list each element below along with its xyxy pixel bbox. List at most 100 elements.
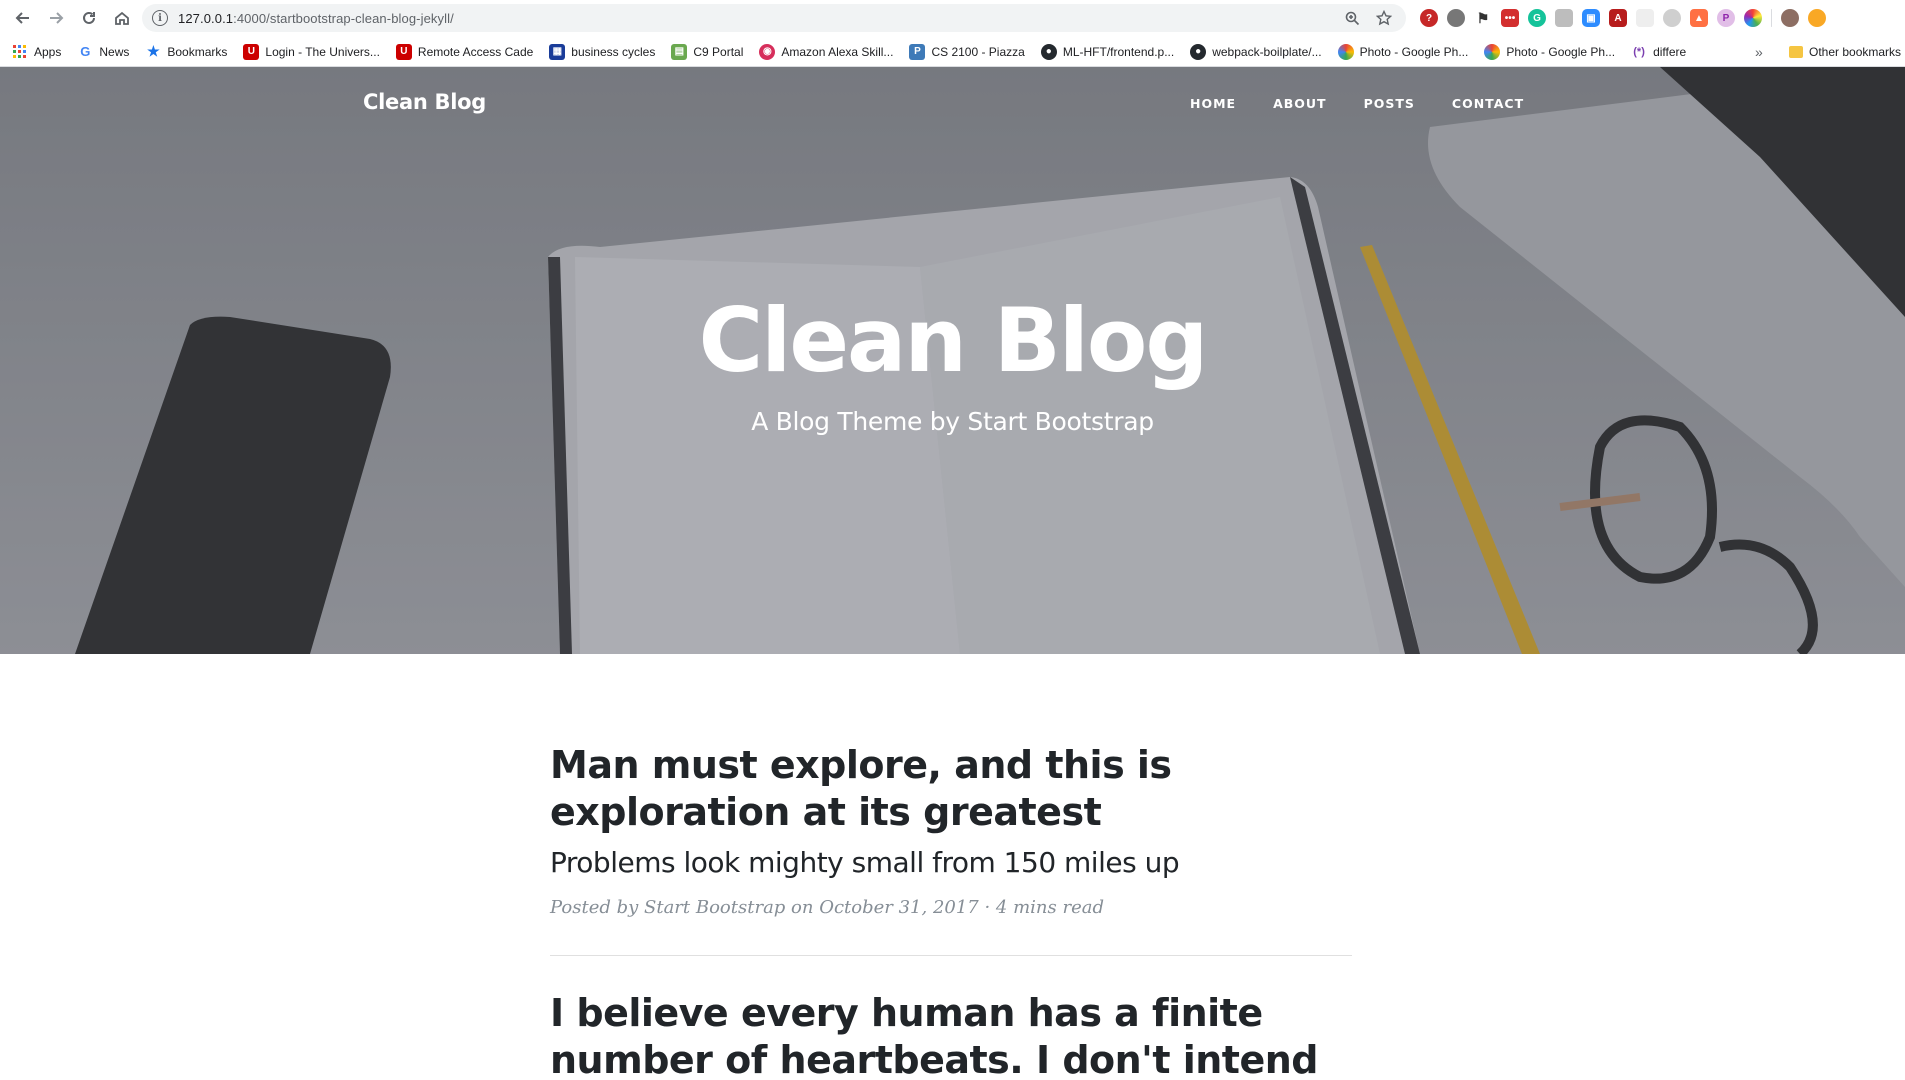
u-logo-icon: U xyxy=(395,43,412,60)
google-photos-icon xyxy=(1337,43,1354,60)
web-page: Clean Blog HOME ABOUT POSTS CONTACT Clea… xyxy=(0,67,1905,1080)
ext-help-icon[interactable]: ? xyxy=(1420,9,1438,27)
post-divider xyxy=(550,955,1352,956)
ext-flag-icon[interactable]: ⚑ xyxy=(1474,9,1492,27)
folder-icon xyxy=(1789,45,1803,58)
nav-links: HOME ABOUT POSTS CONTACT xyxy=(1190,96,1561,111)
ext-grammarly-icon[interactable]: G xyxy=(1528,9,1546,27)
ext-palette-icon[interactable]: P xyxy=(1717,9,1735,27)
nav-link-posts[interactable]: POSTS xyxy=(1364,96,1415,111)
post-preview[interactable]: Man must explore, and this is exploratio… xyxy=(550,742,1352,918)
bookmark-label: Bookmarks xyxy=(167,44,228,59)
hero-heading: Clean Blog A Blog Theme by Start Bootstr… xyxy=(0,289,1905,437)
bookmark-label: business cycles xyxy=(571,44,656,59)
bookmark-label: Apps xyxy=(34,44,62,59)
forward-button[interactable] xyxy=(41,3,71,33)
bookmark-news[interactable]: G News xyxy=(77,44,129,60)
bookmark-google-photos-1[interactable]: Photo - Google Ph... xyxy=(1337,43,1469,60)
browser-chrome: i 127.0.0.1:4000/startbootstrap-clean-bl… xyxy=(0,0,1905,67)
ext-circle-icon[interactable] xyxy=(1447,9,1465,27)
address-bar[interactable]: i 127.0.0.1:4000/startbootstrap-clean-bl… xyxy=(142,4,1406,32)
bookmark-login[interactable]: U Login - The Univers... xyxy=(243,43,380,60)
reload-button[interactable] xyxy=(74,3,104,33)
hero-title: Clean Blog xyxy=(698,289,1209,392)
bookmark-label: Photo - Google Ph... xyxy=(1506,44,1616,59)
bookmark-label: ML-HFT/frontend.p... xyxy=(1062,44,1175,59)
ext-pdf-icon[interactable]: A xyxy=(1609,9,1627,27)
star-icon: ★ xyxy=(147,43,160,59)
github-icon: ● xyxy=(1190,43,1207,60)
ext-separator-icon xyxy=(1771,9,1772,27)
post-meta: Posted by Start Bootstrap on October 31,… xyxy=(550,897,1104,918)
piazza-icon: P xyxy=(909,43,926,60)
home-icon xyxy=(115,11,129,25)
post-list: Man must explore, and this is exploratio… xyxy=(550,742,1352,1080)
bookmark-bookmarks[interactable]: ★ Bookmarks xyxy=(145,43,228,60)
google-photos-icon xyxy=(1484,43,1501,60)
bookmark-alexa[interactable]: ◉ Amazon Alexa Skill... xyxy=(759,43,894,60)
ext-doc-icon[interactable] xyxy=(1555,9,1573,27)
bookmark-c9-portal[interactable]: ▤ C9 Portal xyxy=(671,43,744,60)
bookmark-label: Photo - Google Ph... xyxy=(1359,44,1469,59)
bookmark-ml-hft[interactable]: ● ML-HFT/frontend.p... xyxy=(1040,43,1175,60)
bookmarks-bar: Apps G News ★ Bookmarks U Login - The Un… xyxy=(0,37,1905,66)
bookmark-star-icon[interactable] xyxy=(1376,10,1392,26)
post-subtitle[interactable]: Problems look mighty small from 150 mile… xyxy=(550,846,1352,880)
ext-gear-icon[interactable] xyxy=(1663,9,1681,27)
back-button[interactable] xyxy=(8,3,38,33)
nav-link-about[interactable]: ABOUT xyxy=(1273,96,1327,111)
bookmark-label: Amazon Alexa Skill... xyxy=(781,44,894,59)
post-preview[interactable]: I believe every human has a finite numbe… xyxy=(550,990,1352,1080)
extensions-bar: ? ⚑ ••• G ▣ A ▲ P xyxy=(1420,6,1826,30)
bookmark-webpack[interactable]: ● webpack-boilplate/... xyxy=(1190,43,1322,60)
home-button[interactable] xyxy=(107,3,137,33)
bookmark-apps[interactable]: Apps xyxy=(12,44,61,60)
reload-icon xyxy=(83,11,95,24)
u-logo-icon: U xyxy=(243,43,260,60)
bookmarks-overflow-button[interactable]: » xyxy=(1755,37,1763,66)
bookmark-label: CS 2100 - Piazza xyxy=(931,44,1025,59)
post-title[interactable]: I believe every human has a finite numbe… xyxy=(550,990,1352,1080)
info-icon[interactable]: i xyxy=(152,10,168,26)
bookmark-piazza[interactable]: P CS 2100 - Piazza xyxy=(909,43,1025,60)
zoom-icon[interactable] xyxy=(1345,11,1360,26)
bookmark-label: Login - The Univers... xyxy=(265,44,380,59)
bookmark-label: C9 Portal xyxy=(693,44,744,59)
hero-subtitle: A Blog Theme by Start Bootstrap xyxy=(751,407,1154,436)
bookmark-label: differe xyxy=(1653,44,1687,59)
bookmark-remote-access[interactable]: U Remote Access Cade xyxy=(395,43,534,60)
apps-grid-icon xyxy=(12,44,28,60)
nav-link-contact[interactable]: CONTACT xyxy=(1452,96,1524,111)
omnibox-actions xyxy=(1345,4,1392,32)
bookmark-differe[interactable]: (*) differe xyxy=(1631,44,1686,60)
url-host: 127.0.0.1 xyxy=(178,10,234,26)
ext-update-icon[interactable] xyxy=(1808,9,1826,27)
c9-icon: ▤ xyxy=(671,43,688,60)
bookmark-business-cycles[interactable]: ▦ business cycles xyxy=(549,43,656,60)
post-title[interactable]: Man must explore, and this is exploratio… xyxy=(550,742,1352,836)
bookmark-label: News xyxy=(99,44,130,59)
masthead: Clean Blog HOME ABOUT POSTS CONTACT Clea… xyxy=(0,67,1905,654)
ext-colorwheel-icon[interactable] xyxy=(1744,9,1762,27)
github-icon: ● xyxy=(1040,43,1057,60)
nav-link-home[interactable]: HOME xyxy=(1190,96,1236,111)
ext-lastpass-icon[interactable]: ••• xyxy=(1501,9,1519,27)
site-brand-link[interactable]: Clean Blog xyxy=(363,90,486,114)
other-bookmarks[interactable]: Other bookmarks xyxy=(1789,37,1901,66)
site-navbar: Clean Blog HOME ABOUT POSTS CONTACT xyxy=(0,67,1905,143)
other-bookmarks-label: Other bookmarks xyxy=(1809,44,1902,59)
bookmark-label: Remote Access Cade xyxy=(417,44,534,59)
ext-blank-icon[interactable] xyxy=(1636,9,1654,27)
url-text[interactable]: 127.0.0.1:4000/startbootstrap-clean-blog… xyxy=(178,11,454,26)
back-arrow-icon xyxy=(15,12,29,24)
ext-flame-icon[interactable]: ▲ xyxy=(1690,9,1708,27)
bookmark-google-photos-2[interactable]: Photo - Google Ph... xyxy=(1484,43,1616,60)
ext-zoom-icon[interactable]: ▣ xyxy=(1582,9,1600,27)
bookmark-label: webpack-boilplate/... xyxy=(1212,44,1322,59)
url-path: :4000/startbootstrap-clean-blog-jekyll/ xyxy=(233,10,454,26)
profile-avatar-icon[interactable] xyxy=(1781,9,1799,27)
alexa-icon: ◉ xyxy=(759,43,776,60)
regex-icon: (*) xyxy=(1633,45,1645,58)
browser-toolbar: i 127.0.0.1:4000/startbootstrap-clean-bl… xyxy=(0,0,1905,36)
grid-doc-icon: ▦ xyxy=(549,43,566,60)
